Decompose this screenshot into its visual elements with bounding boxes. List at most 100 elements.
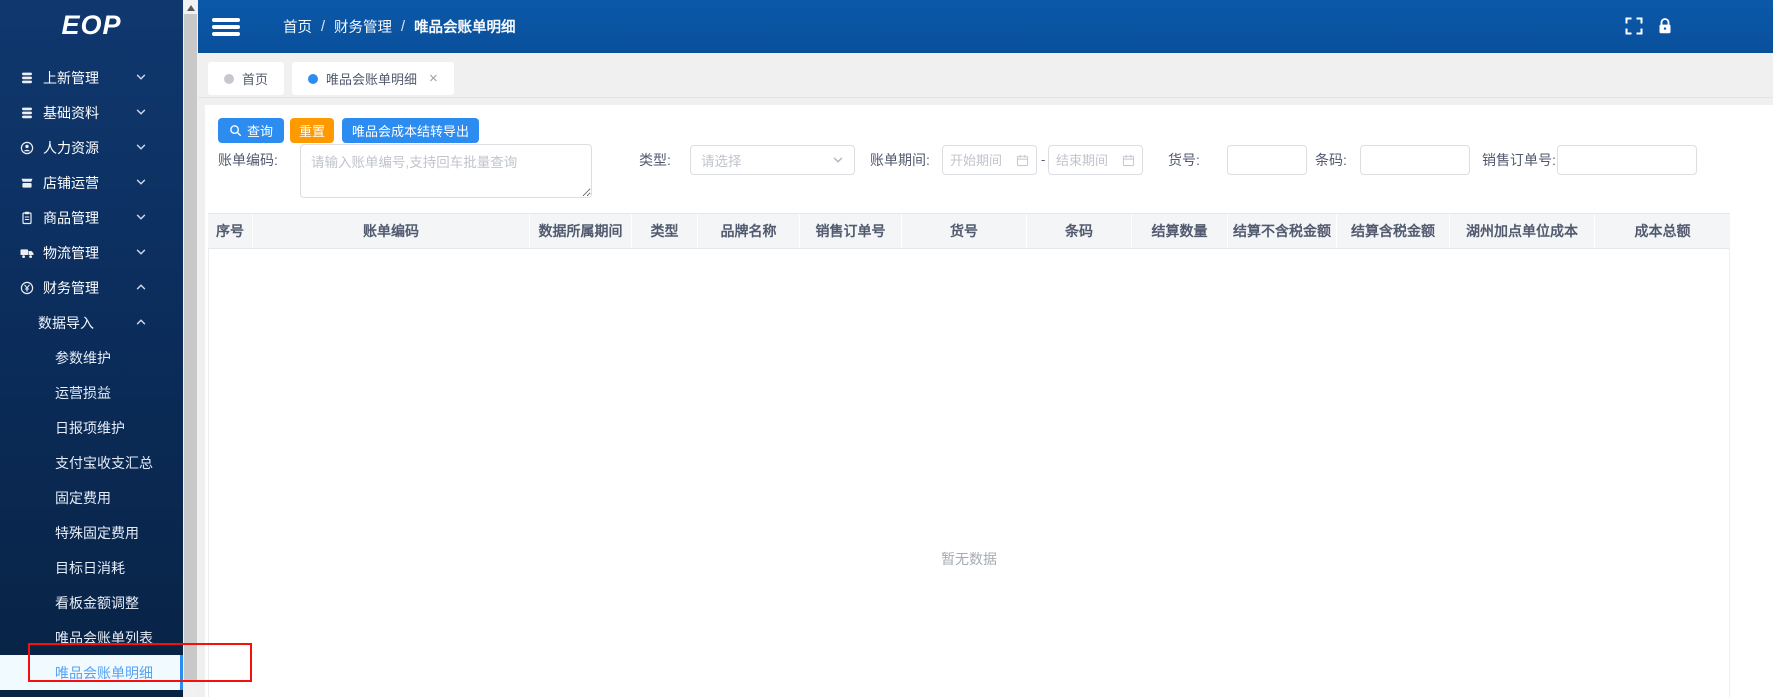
col-data-period: 数据所属期间 (530, 214, 632, 248)
sidebar-item-basic-data[interactable]: 基础资料 (0, 95, 183, 130)
tab-dot-icon (224, 73, 234, 84)
barcode-label: 条码: (1315, 152, 1347, 168)
col-huzhou-unit-cost: 湖州加点单位成本 (1450, 214, 1595, 248)
sidebar-item-label: 基础资料 (43, 104, 99, 121)
sidebar-group-label: 数据导入 (38, 314, 94, 331)
sidebar-subitem-daily-report-maintain[interactable]: 日报项维护 (0, 410, 183, 445)
tab-home[interactable]: 首页 (208, 62, 285, 95)
sidebar-item-label: 上新管理 (43, 69, 99, 86)
sidebar-item-finance-mgmt[interactable]: 财务管理 (0, 270, 183, 305)
export-button-label: 唯品会成本结转导出 (352, 124, 470, 139)
sidebar-item-label: 财务管理 (43, 279, 99, 296)
lock-icon[interactable] (1657, 17, 1673, 40)
calendar-icon (1016, 154, 1029, 166)
app-logo: EOP (61, 9, 122, 40)
sidebar-subitem-target-daily-consume[interactable]: 目标日消耗 (0, 550, 183, 585)
content-panel: 查询 重置 唯品会成本结转导出 账单编码: 类型: 请选择 账单期间: (205, 105, 1773, 697)
sidebar-item-product-mgmt[interactable]: 商品管理 (0, 200, 183, 235)
type-label: 类型: (639, 152, 671, 168)
sidebar-group-data-import[interactable]: 数据导入 (0, 305, 183, 340)
sales-order-no-input[interactable] (1557, 145, 1697, 175)
search-button[interactable]: 查询 (218, 118, 285, 143)
scrollbar-thumb[interactable] (184, 14, 197, 680)
col-settle-incl-tax: 结算含税金额 (1337, 214, 1450, 248)
type-select-placeholder: 请选择 (701, 154, 742, 169)
start-period-input[interactable] (942, 145, 1037, 175)
tab-bar: 首页 唯品会账单明细 × (198, 53, 1773, 98)
breadcrumb-separator: / (321, 18, 326, 35)
end-period-input[interactable] (1048, 145, 1143, 175)
sidebar-item-human-resources[interactable]: 人力资源 (0, 130, 183, 165)
tab-vip-bill-detail[interactable]: 唯品会账单明细 × (292, 62, 454, 95)
subitem-label: 运营损益 (55, 384, 111, 401)
table-body: 暂无数据 (208, 249, 1730, 697)
chevron-down-icon (135, 71, 147, 83)
search-icon (230, 125, 242, 137)
sidebar-subitem-alipay-summary[interactable]: 支付宝收支汇总 (0, 445, 183, 480)
sidebar-item-label: 人力资源 (43, 139, 99, 156)
breadcrumb-finance[interactable]: 财务管理 (334, 16, 392, 37)
vip-cost-export-button[interactable]: 唯品会成本结转导出 (342, 118, 480, 143)
finance-icon (20, 281, 34, 295)
sidebar-subitem-operating-pnl[interactable]: 运营损益 (0, 375, 183, 410)
type-select[interactable]: 请选择 (690, 145, 855, 175)
sidebar-subitem-param-maintain[interactable]: 参数维护 (0, 340, 183, 375)
subitem-label: 目标日消耗 (55, 559, 125, 576)
tab-label: 首页 (242, 72, 269, 87)
sales-order-no-label: 销售订单号: (1482, 152, 1556, 168)
reset-button-label: 重置 (299, 124, 326, 139)
item-no-label: 货号: (1168, 152, 1200, 168)
col-settle-qty: 结算数量 (1132, 214, 1228, 248)
sidebar-subitem-special-fixed-cost[interactable]: 特殊固定费用 (0, 515, 183, 550)
chevron-down-icon (135, 246, 147, 258)
chevron-down-icon (833, 157, 843, 163)
chevron-down-icon (135, 106, 147, 118)
sidebar-subitem-board-amount-adjust[interactable]: 看板金额调整 (0, 585, 183, 620)
top-navbar: 首页 / 财务管理 / 唯品会账单明细 (198, 0, 1773, 53)
sidebar-item-label: 商品管理 (43, 209, 99, 226)
subitem-label: 参数维护 (55, 349, 111, 366)
fullscreen-icon[interactable] (1625, 17, 1643, 40)
bill-detail-table: 序号 账单编码 数据所属期间 类型 品牌名称 销售订单号 货号 条码 结算数量 … (208, 213, 1730, 697)
chevron-up-icon (135, 281, 147, 293)
sidebar-subitem-vip-bill-list[interactable]: 唯品会账单列表 (0, 620, 183, 655)
sidebar: EOP 上新管理 基础资料 人力资源 店铺运营 商品管理 物流管理 财务管理 数… (0, 0, 183, 697)
search-button-label: 查询 (247, 124, 274, 139)
breadcrumb-home[interactable]: 首页 (283, 16, 312, 37)
subitem-label: 特殊固定费用 (55, 524, 139, 541)
barcode-input[interactable] (1360, 145, 1470, 175)
item-no-input[interactable] (1227, 145, 1307, 175)
scroll-up-arrow-icon[interactable] (186, 5, 195, 11)
sidebar-subitem-fixed-cost[interactable]: 固定费用 (0, 480, 183, 515)
content-area: 查询 重置 唯品会成本结转导出 账单编码: 类型: 请选择 账单期间: (198, 98, 1773, 697)
start-period-field[interactable] (950, 152, 1016, 168)
subitem-label: 日报项维护 (55, 419, 125, 436)
tab-close-icon[interactable]: × (429, 71, 438, 86)
period-separator: - (1041, 152, 1046, 167)
subitem-label: 唯品会账单列表 (55, 629, 153, 646)
breadcrumb-separator: / (401, 18, 406, 35)
user-circle-icon (20, 141, 34, 155)
sidebar-subitem-vip-bill-detail[interactable]: 唯品会账单明细 (0, 655, 183, 690)
subitem-label: 看板金额调整 (55, 594, 139, 611)
tab-label: 唯品会账单明细 (326, 72, 418, 87)
chevron-down-icon (135, 211, 147, 223)
chevron-down-icon (135, 176, 147, 188)
subitem-label: 唯品会账单明细 (55, 664, 153, 681)
col-item-no: 货号 (902, 214, 1027, 248)
sidebar-item-logistics-mgmt[interactable]: 物流管理 (0, 235, 183, 270)
bill-code-label: 账单编码: (218, 152, 278, 168)
bill-code-input[interactable] (300, 144, 592, 198)
sidebar-scrollbar[interactable] (183, 0, 198, 697)
reset-button[interactable]: 重置 (290, 118, 335, 143)
hamburger-menu-icon[interactable] (212, 18, 240, 36)
bill-period-label: 账单期间: (870, 152, 930, 168)
chevron-down-icon (135, 141, 147, 153)
sidebar-item-new-product-mgmt[interactable]: 上新管理 (0, 60, 183, 95)
end-period-field[interactable] (1056, 152, 1122, 168)
clipboard-icon (20, 211, 34, 225)
sidebar-item-shop-operation[interactable]: 店铺运营 (0, 165, 183, 200)
sidebar-item-label: 物流管理 (43, 244, 99, 261)
col-seq-no: 序号 (208, 214, 253, 248)
breadcrumb-current-page: 唯品会账单明细 (414, 20, 516, 36)
